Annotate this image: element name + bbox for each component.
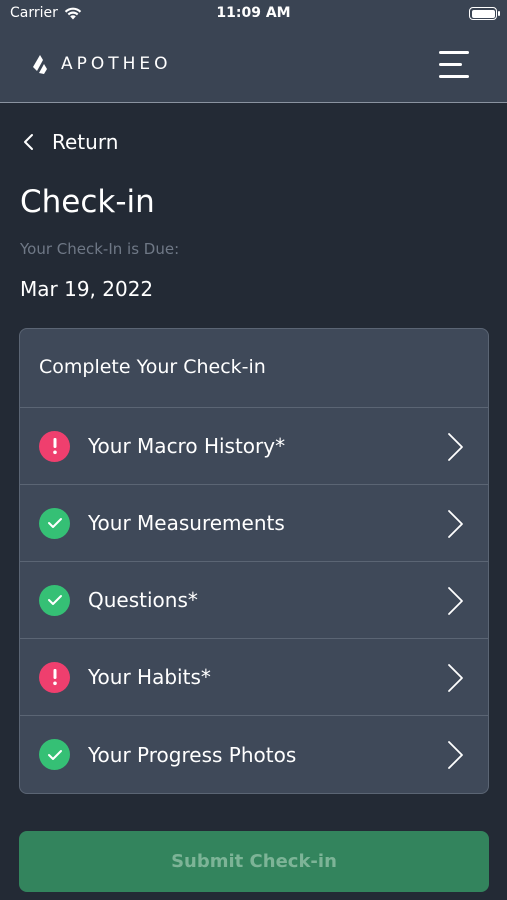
brand-name: APOTHEO	[61, 54, 172, 74]
submit-checkin-button[interactable]: Submit Check-in	[19, 831, 489, 892]
chevron-right-icon	[448, 510, 463, 538]
checkin-item-label: Your Habits*	[88, 665, 211, 689]
check-icon	[39, 739, 70, 770]
due-date: Mar 19, 2022	[20, 277, 154, 301]
hamburger-line	[439, 75, 469, 78]
exclamation-icon	[39, 430, 70, 462]
checkin-item-label: Your Measurements	[88, 511, 285, 535]
due-label: Your Check-In is Due:	[20, 240, 180, 258]
status-time: 11:09 AM	[216, 5, 291, 21]
hamburger-line	[439, 63, 462, 66]
logo-mark-icon	[33, 55, 47, 74]
chevron-right-icon	[448, 741, 463, 769]
checkin-item-habits[interactable]: Your Habits*	[20, 639, 488, 716]
menu-button[interactable]	[439, 48, 471, 80]
checkin-item-label: Questions*	[88, 588, 198, 612]
chevron-right-icon	[448, 664, 463, 692]
checkin-card-heading: Complete Your Check-in	[20, 329, 488, 408]
checkin-item-label: Your Macro History*	[88, 434, 286, 458]
status-bar: Carrier 11:09 AM	[0, 0, 507, 28]
chevron-right-icon	[448, 587, 463, 615]
return-label: Return	[52, 130, 119, 154]
check-icon	[39, 507, 70, 539]
brand-logo[interactable]: APOTHEO	[31, 53, 172, 75]
checkin-item-progress-photos[interactable]: Your Progress Photos	[20, 716, 488, 793]
battery-icon	[469, 7, 500, 20]
checkin-item-label: Your Progress Photos	[88, 742, 297, 767]
return-link[interactable]: Return	[22, 130, 118, 154]
checkin-item-measurements[interactable]: Your Measurements	[20, 485, 488, 562]
checkin-card: Complete Your Check-in Your Macro Histor…	[19, 328, 489, 794]
page-title: Check-in	[20, 184, 155, 220]
app-header: APOTHEO	[0, 28, 507, 103]
chevron-left-icon	[24, 134, 33, 150]
exclamation-icon	[39, 661, 70, 693]
chevron-right-icon	[448, 433, 463, 461]
check-icon	[39, 584, 70, 616]
checkin-item-questions[interactable]: Questions*	[20, 562, 488, 639]
checkin-item-macro-history[interactable]: Your Macro History*	[20, 408, 488, 485]
hamburger-line	[439, 51, 469, 54]
